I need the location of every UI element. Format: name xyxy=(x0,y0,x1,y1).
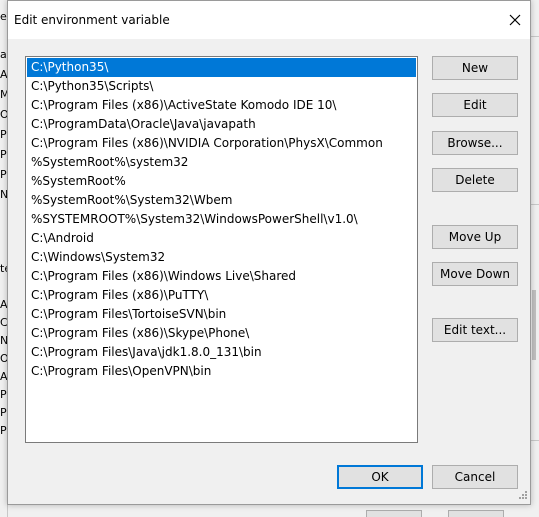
resize-grip-icon[interactable] xyxy=(516,490,528,502)
list-item[interactable]: C:\Program Files (x86)\ActiveState Komod… xyxy=(27,96,416,115)
background-text: P xyxy=(0,128,7,141)
delete-button[interactable]: Delete xyxy=(432,168,518,192)
list-item[interactable]: %SystemRoot%\system32 xyxy=(27,153,416,172)
list-item[interactable]: C:\Windows\System32 xyxy=(27,248,416,267)
background-text: A xyxy=(0,370,7,383)
edit-button[interactable]: Edit xyxy=(432,93,518,117)
list-item[interactable]: C:\Program Files\TortoiseSVN\bin xyxy=(27,305,416,324)
move-up-button[interactable]: Move Up xyxy=(432,225,518,249)
list-item[interactable]: C:\Program Files\Java\jdk1.8.0_131\bin xyxy=(27,343,416,362)
background-text: P xyxy=(0,424,7,437)
background-text: P xyxy=(0,148,7,161)
list-item[interactable]: C:\Android xyxy=(27,229,416,248)
move-down-button[interactable]: Move Down xyxy=(432,262,518,286)
background-text: O xyxy=(0,108,7,121)
edit-environment-variable-dialog: Edit environment variable C:\Python35\ C:… xyxy=(7,0,531,505)
browse-button[interactable]: Browse... xyxy=(432,131,518,155)
list-item[interactable]: %SystemRoot% xyxy=(27,172,416,191)
list-item[interactable]: C:\Program Files (x86)\NVIDIA Corporatio… xyxy=(27,134,416,153)
dialog-title: Edit environment variable xyxy=(14,13,170,27)
background-ok-button xyxy=(366,510,422,517)
background-text: O xyxy=(0,352,7,365)
list-item[interactable]: %SYSTEMROOT%\System32\WindowsPowerShell\… xyxy=(27,210,416,229)
list-item[interactable]: C:\Program Files (x86)\Skype\Phone\ xyxy=(27,324,416,343)
path-list[interactable]: C:\Python35\ C:\Python35\Scripts\ C:\Progr… xyxy=(25,56,418,443)
background-text: C xyxy=(0,316,7,329)
background-text: e xyxy=(0,10,7,23)
close-button[interactable] xyxy=(500,1,530,39)
background-text: AI xyxy=(0,68,7,81)
list-item[interactable]: C:\Python35\Scripts\ xyxy=(27,77,416,96)
background-text: a xyxy=(0,48,7,61)
background-cancel-button xyxy=(448,510,504,517)
list-item[interactable]: %SystemRoot%\System32\Wbem xyxy=(27,191,416,210)
background-text: P xyxy=(0,388,7,401)
background-text: A xyxy=(0,298,7,311)
ok-button[interactable]: OK xyxy=(337,465,423,489)
list-item[interactable]: C:\Program Files (x86)\PuTTY\ xyxy=(27,286,416,305)
background-text: N xyxy=(0,188,7,201)
close-icon xyxy=(509,14,521,26)
background-text: P xyxy=(0,168,7,181)
list-item[interactable]: C:\ProgramData\Oracle\Java\javapath xyxy=(27,115,416,134)
background-text: P xyxy=(0,406,7,419)
background-text: M xyxy=(0,88,7,101)
title-bar[interactable]: Edit environment variable xyxy=(8,1,530,39)
edit-text-button[interactable]: Edit text... xyxy=(432,318,518,342)
cancel-button[interactable]: Cancel xyxy=(432,465,518,489)
list-item[interactable]: C:\Program Files (x86)\Windows Live\Shar… xyxy=(27,267,416,286)
background-text: N xyxy=(0,334,7,347)
list-item[interactable]: C:\Program Files\OpenVPN\bin xyxy=(27,362,416,381)
background-text: te xyxy=(0,262,7,275)
new-button[interactable]: New xyxy=(432,56,518,80)
list-item[interactable]: C:\Python35\ xyxy=(27,58,416,77)
